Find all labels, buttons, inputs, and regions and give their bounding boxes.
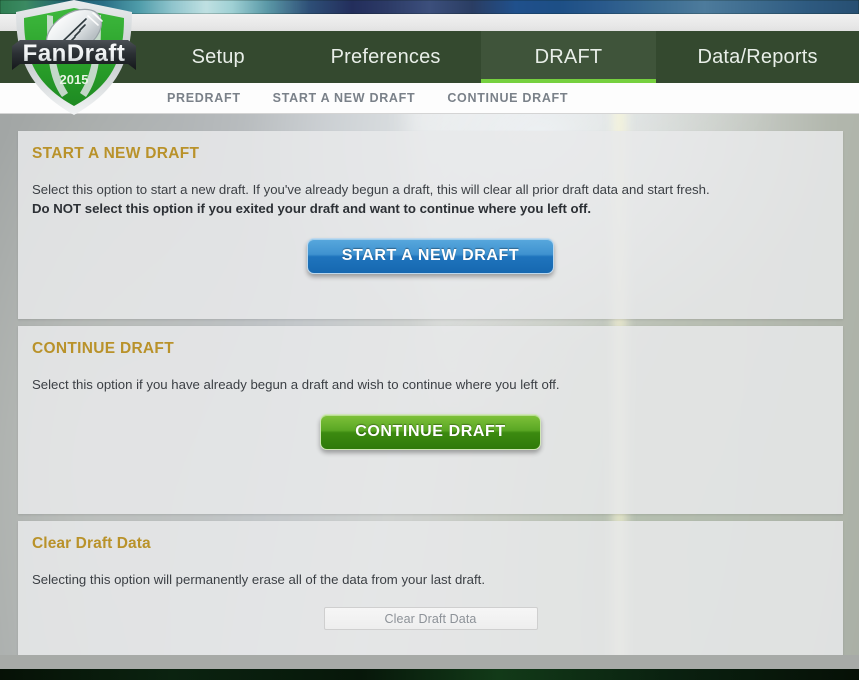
subnav-item-continue-draft[interactable]: CONTINUE DRAFT xyxy=(447,91,568,105)
fandraft-app-window: Setup Preferences DRAFT Data/Reports PRE… xyxy=(0,0,859,680)
panel-start-a-new-draft-desc-line1: Select this option to start a new draft.… xyxy=(32,182,710,197)
panel-clear-draft-data: Clear Draft Data Selecting this option w… xyxy=(18,521,843,656)
clear-draft-data-button-label: Clear Draft Data xyxy=(384,611,477,626)
sub-navbar: PREDRAFT START A NEW DRAFT CONTINUE DRAF… xyxy=(0,83,859,114)
continue-draft-button[interactable]: CONTINUE DRAFT xyxy=(320,414,541,451)
panel-clear-draft-data-button-row: Clear Draft Data xyxy=(18,607,843,631)
nav-item-setup-label: Setup xyxy=(191,45,245,68)
panel-continue-draft: CONTINUE DRAFT Select this option if you… xyxy=(18,326,843,514)
content-area: START A NEW DRAFT Select this option to … xyxy=(0,114,859,665)
nav-item-draft-label: DRAFT xyxy=(534,45,603,68)
panel-start-a-new-draft-title: START A NEW DRAFT xyxy=(32,145,200,162)
top-gray-band xyxy=(0,14,859,31)
start-a-new-draft-button[interactable]: START A NEW DRAFT xyxy=(306,238,555,275)
panel-start-a-new-draft-desc-line2: Do NOT select this option if you exited … xyxy=(32,201,592,217)
panel-continue-draft-description: Select this option if you have already b… xyxy=(32,375,843,394)
top-photo-strip xyxy=(0,0,859,14)
panel-continue-draft-button-row: CONTINUE DRAFT xyxy=(18,414,843,451)
subnav-item-predraft[interactable]: PREDRAFT xyxy=(167,91,241,105)
panel-clear-draft-data-desc-line1: Selecting this option will permanently e… xyxy=(32,572,485,587)
nav-item-draft[interactable]: DRAFT xyxy=(480,31,657,83)
subnav-item-start-a-new-draft[interactable]: START A NEW DRAFT xyxy=(273,91,416,105)
panel-continue-draft-title: CONTINUE DRAFT xyxy=(32,340,174,357)
nav-item-data-reports-label: Data/Reports xyxy=(697,45,818,68)
panel-start-a-new-draft: START A NEW DRAFT Select this option to … xyxy=(18,131,843,319)
continue-draft-button-label: CONTINUE DRAFT xyxy=(355,423,506,441)
nav-item-preferences[interactable]: Preferences xyxy=(290,31,480,83)
bottom-gray-strip xyxy=(0,655,859,669)
clear-draft-data-button[interactable]: Clear Draft Data xyxy=(323,607,538,631)
panel-continue-draft-desc-line1: Select this option if you have already b… xyxy=(32,377,560,392)
navbar-logo-spacer xyxy=(0,31,146,83)
bottom-dark-strip xyxy=(0,669,859,680)
main-navbar: Setup Preferences DRAFT Data/Reports xyxy=(0,31,859,83)
panel-clear-draft-data-title: Clear Draft Data xyxy=(32,535,151,552)
panel-start-a-new-draft-description: Select this option to start a new draft.… xyxy=(32,180,843,218)
nav-item-preferences-label: Preferences xyxy=(330,45,441,68)
panel-clear-draft-data-description: Selecting this option will permanently e… xyxy=(32,570,843,589)
start-a-new-draft-button-label: START A NEW DRAFT xyxy=(341,247,520,265)
nav-item-data-reports[interactable]: Data/Reports xyxy=(656,31,859,83)
nav-item-setup[interactable]: Setup xyxy=(146,31,290,83)
panel-start-a-new-draft-button-row: START A NEW DRAFT xyxy=(18,238,843,275)
